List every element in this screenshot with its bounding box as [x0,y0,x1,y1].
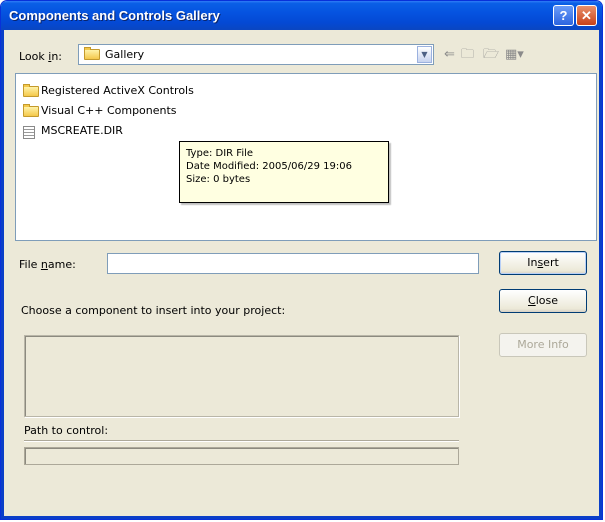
folder-icon [84,47,100,60]
more-info-button: More Info [499,333,587,357]
window-border-right [599,30,602,519]
instruction-text: Choose a component to insert into your p… [21,304,286,317]
list-item-label: Visual C++ Components [41,104,177,117]
help-button[interactable]: ? [553,5,574,26]
path-to-control-label: Path to control: [24,424,109,437]
folder-icon [23,104,39,117]
chevron-down-icon[interactable]: ▼ [417,46,432,63]
list-item-label: MSCREATE.DIR [41,124,123,137]
views-menu-icon[interactable]: ▦▾ [505,46,524,64]
close-window-button[interactable]: ✕ [576,5,597,26]
divider [24,440,459,442]
path-to-control-field [24,447,459,465]
back-icon[interactable]: ⇐ [444,46,455,64]
folder-icon [23,84,39,97]
up-folder-icon[interactable]: 🗀 [461,46,474,64]
look-in-dropdown[interactable]: Gallery ▼ [78,44,434,65]
file-name-input[interactable] [107,253,479,274]
window-border-bottom [1,516,602,519]
look-in-value: Gallery [105,48,145,61]
document-icon [23,126,35,139]
tooltip-size: Size: 0 bytes [186,174,251,185]
close-button[interactable]: Close [499,289,587,313]
new-folder-icon[interactable]: 🗁 [483,46,499,64]
components-gallery-dialog: Components and Controls Gallery ? ✕ Look… [0,0,603,520]
component-description-box [24,335,459,417]
file-info-tooltip: Type: DIR File Date Modified: 2005/06/29… [179,141,389,203]
window-title: Components and Controls Gallery [9,8,220,23]
window-border-left [1,30,4,519]
list-item-label: Registered ActiveX Controls [41,84,194,97]
tooltip-date-modified: Date Modified: 2005/06/29 19:06 [186,161,352,172]
file-name-label: File name: [19,258,76,271]
look-in-label: Look in: [19,50,63,63]
tooltip-type: Type: DIR File [186,148,254,159]
title-bar[interactable]: Components and Controls Gallery ? ✕ [1,1,602,30]
insert-button[interactable]: Insert [499,251,587,275]
